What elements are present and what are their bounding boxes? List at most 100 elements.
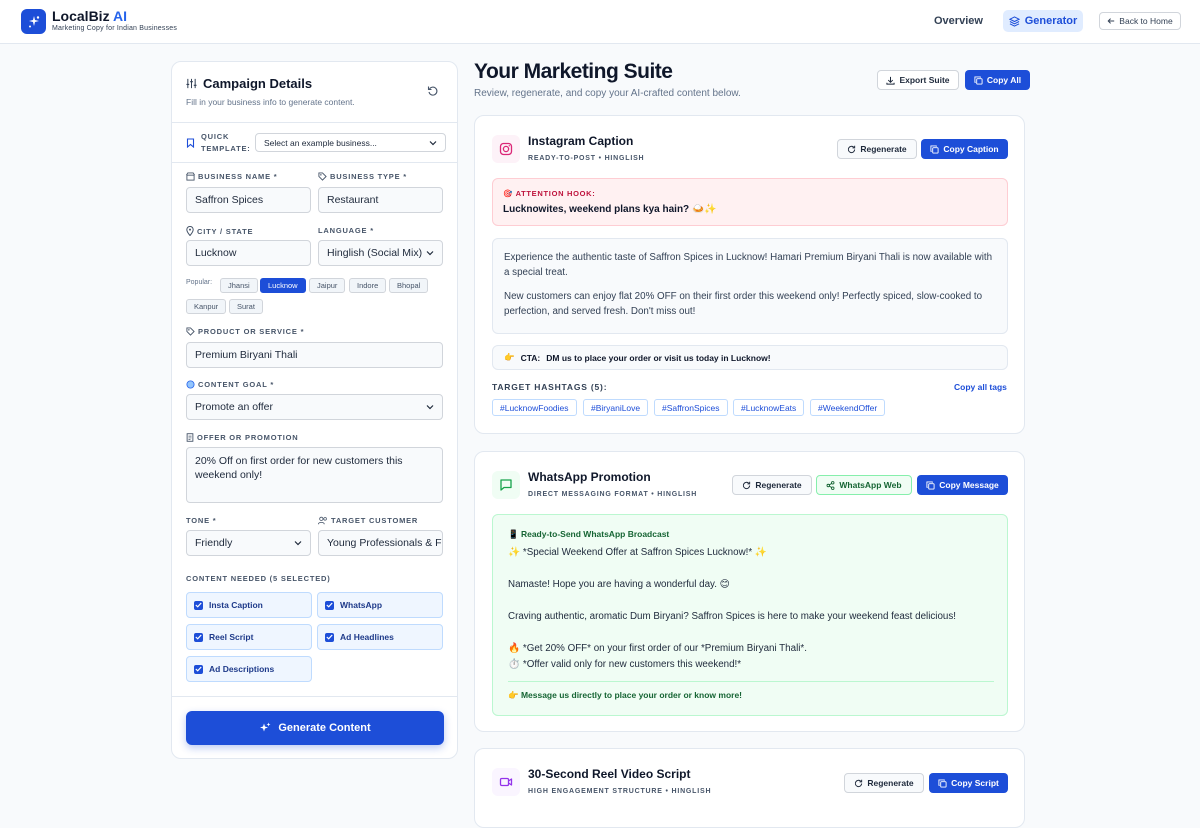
reel-subtitle: HIGH ENGAGEMENT STRUCTURE • HINGLISH [528, 788, 712, 795]
divider [172, 162, 457, 163]
copy-icon [938, 778, 947, 788]
target-customer-input[interactable]: Young Professionals & F [318, 530, 443, 556]
hashtag-chip[interactable]: #LucknowFoodies [492, 399, 577, 416]
checkbox-ad-descriptions[interactable]: Ad Descriptions [186, 656, 312, 682]
city-chip-jaipur[interactable]: Jaipur [309, 278, 346, 293]
tone-label-text: TONE * [186, 516, 217, 525]
download-icon [886, 76, 896, 85]
copy-all-tags-link[interactable]: Copy all tags [954, 382, 1007, 392]
quick-template-label-1: QUICK [201, 132, 230, 141]
whatsapp-web-button[interactable]: WhatsApp Web [816, 475, 912, 495]
checkbox-checked-icon [325, 632, 334, 642]
nav-overview[interactable]: Overview [921, 10, 996, 32]
hashtag-chip[interactable]: #WeekendOffer [810, 399, 886, 416]
target-label: TARGET CUSTOMER [318, 516, 418, 525]
reel-regenerate-label: Regenerate [867, 778, 914, 788]
hashtag-chip[interactable]: #SaffronSpices [654, 399, 728, 416]
business-name-label-text: BUSINESS NAME * [198, 172, 278, 181]
copy-all-label: Copy All [986, 75, 1022, 85]
checkbox-ad-headlines[interactable]: Ad Headlines [317, 624, 443, 650]
checkbox-insta-caption[interactable]: Insta Caption [186, 592, 312, 618]
whatsapp-broadcast-box: 📱 Ready-to-Send WhatsApp Broadcast ✨ *Sp… [492, 514, 1008, 716]
back-to-home-label: Back to Home [1119, 16, 1173, 26]
checkbox-label: Ad Descriptions [209, 664, 275, 674]
reel-regenerate-button[interactable]: Regenerate [844, 773, 924, 793]
city-chip-surat[interactable]: Surat [229, 299, 263, 314]
content-needed-label-text: CONTENT NEEDED (5 SELECTED) [186, 574, 331, 583]
chevron-down-icon [426, 251, 434, 256]
checkbox-label: WhatsApp [340, 600, 383, 610]
campaign-title: Campaign Details [186, 76, 312, 91]
reel-title: 30-Second Reel Video Script [528, 767, 691, 781]
hashtag-chip[interactable]: #BiryaniLove [583, 399, 649, 416]
whatsapp-subtitle: DIRECT MESSAGING FORMAT • HINGLISH [528, 491, 698, 498]
tone-label: TONE * [186, 516, 217, 525]
business-name-input[interactable]: Saffron Spices [186, 187, 311, 213]
refresh-icon [848, 145, 856, 153]
brand-name: LocalBiz AI [52, 8, 177, 24]
checkbox-reel-script[interactable]: Reel Script [186, 624, 312, 650]
logo-icon[interactable] [21, 9, 46, 34]
product-input[interactable]: Premium Biryani Thali [186, 342, 443, 368]
checkbox-whatsapp[interactable]: WhatsApp [317, 592, 443, 618]
city-input[interactable]: Lucknow [186, 240, 311, 266]
checkbox-checked-icon [325, 600, 334, 610]
quick-template-label: QUICK TEMPLATE: [201, 131, 251, 155]
store-icon [186, 172, 195, 181]
whatsapp-broadcast-label-text: Ready-to-Send WhatsApp Broadcast [520, 529, 670, 539]
back-to-home-button[interactable]: Back to Home [1099, 12, 1181, 30]
share-icon [826, 480, 835, 490]
whatsapp-regenerate-button[interactable]: Regenerate [732, 475, 812, 495]
nav-generator[interactable]: Generator [1003, 10, 1083, 32]
copy-all-button[interactable]: Copy All [965, 70, 1030, 90]
export-suite-button[interactable]: Export Suite [877, 70, 959, 90]
brand: LocalBiz AI Marketing Copy for Indian Bu… [52, 8, 177, 32]
tone-select[interactable]: Friendly [186, 530, 311, 556]
pointing-hand-icon: 👉 [504, 352, 515, 362]
quick-template-select[interactable]: Select an example business... [255, 133, 446, 152]
popular-label: Popular: [186, 279, 213, 286]
sparkles-icon [260, 722, 271, 732]
city-chip-kanpur[interactable]: Kanpur [186, 299, 227, 314]
product-label: PRODUCT OR SERVICE * [186, 327, 304, 336]
copy-message-button[interactable]: Copy Message [917, 475, 1008, 495]
city-chip-bhopal[interactable]: Bhopal [389, 278, 429, 293]
content-needed-label: CONTENT NEEDED (5 SELECTED) [186, 574, 331, 583]
whatsapp-broadcast-label: 📱 Ready-to-Send WhatsApp Broadcast [508, 529, 669, 540]
generate-content-button[interactable]: Generate Content [186, 711, 444, 745]
whatsapp-footer-cta: 👉 Message us directly to place your orde… [508, 690, 743, 700]
copy-caption-button[interactable]: Copy Caption [921, 139, 1008, 159]
business-type-input[interactable]: Restaurant [318, 187, 443, 213]
attention-hook-text: Lucknowites, weekend plans kya hain? 🍛✨ [503, 204, 717, 215]
divider [172, 696, 457, 697]
goal-label-text: CONTENT GOAL * [198, 380, 275, 389]
caption-body: Experience the authentic taste of Saffro… [492, 238, 1008, 334]
goal-select[interactable]: Promote an offer [186, 394, 443, 420]
copy-script-button[interactable]: Copy Script [929, 773, 1008, 793]
city-label: CITY / STATE [186, 226, 253, 236]
instagram-regenerate-button[interactable]: Regenerate [837, 139, 917, 159]
offer-textarea[interactable]: 20% Off on first order for new customers… [186, 447, 443, 503]
attention-hook-label: 🎯 ATTENTION HOOK: [503, 189, 596, 198]
users-icon [318, 516, 327, 525]
business-name-label: BUSINESS NAME * [186, 172, 278, 181]
generate-content-label: Generate Content [278, 722, 371, 734]
copy-icon [974, 75, 983, 85]
cta-box: 👉 CTA: DM us to place your order or visi… [492, 345, 1008, 370]
city-label-text: CITY / STATE [197, 226, 254, 236]
quick-template-label-2: TEMPLATE: [201, 144, 251, 153]
city-chip-indore[interactable]: Indore [349, 278, 387, 293]
language-select[interactable]: Hinglish (Social Mix) [318, 240, 443, 266]
campaign-subtitle: Fill in your business info to generate c… [186, 97, 355, 107]
reset-icon[interactable] [427, 85, 439, 97]
video-icon [492, 768, 520, 796]
city-chip-jhansi[interactable]: Jhansi [220, 278, 258, 293]
hashtag-chip[interactable]: #LucknowEats [733, 399, 805, 416]
instagram-title: Instagram Caption [528, 134, 634, 148]
city-chip-lucknow[interactable]: Lucknow [260, 278, 306, 293]
copy-script-label: Copy Script [951, 778, 999, 788]
sliders-icon [186, 78, 197, 89]
message-line: Namaste! Hope you are having a wonderful… [508, 579, 730, 590]
copy-icon [930, 144, 939, 154]
